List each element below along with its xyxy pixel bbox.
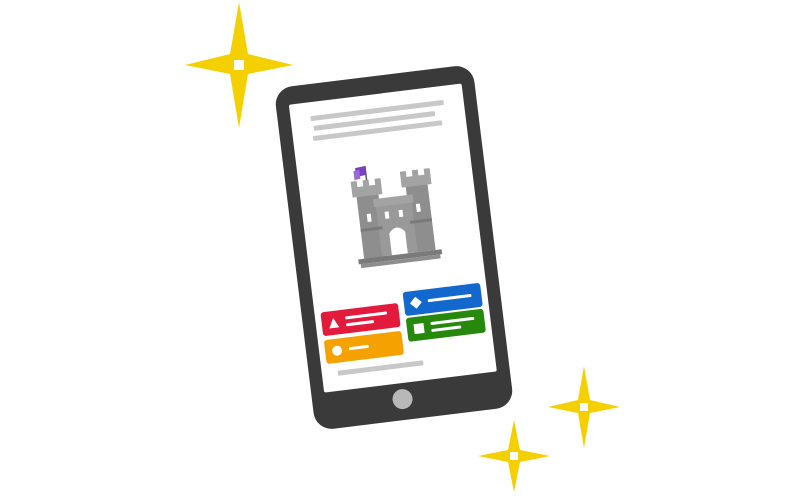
answer-tile-orange[interactable] <box>323 330 405 365</box>
home-button[interactable] <box>391 387 414 411</box>
answer-text-line <box>345 320 375 327</box>
tablet-device <box>273 64 515 431</box>
answer-text-line <box>348 344 370 351</box>
placeholder-line <box>337 360 424 376</box>
triangle-icon <box>329 317 340 329</box>
castle-icon <box>350 165 443 269</box>
answer-text-line <box>345 311 388 320</box>
tablet-screen <box>288 83 497 393</box>
sparkle-icon <box>478 420 550 492</box>
answer-text-line <box>430 316 475 326</box>
sparkle-icon <box>548 366 620 448</box>
square-icon <box>413 322 425 335</box>
illustration-scene <box>0 0 800 500</box>
diamond-icon <box>409 296 422 309</box>
circle-icon <box>332 345 343 356</box>
answer-text-line <box>427 293 472 303</box>
answer-text-line <box>431 325 462 333</box>
